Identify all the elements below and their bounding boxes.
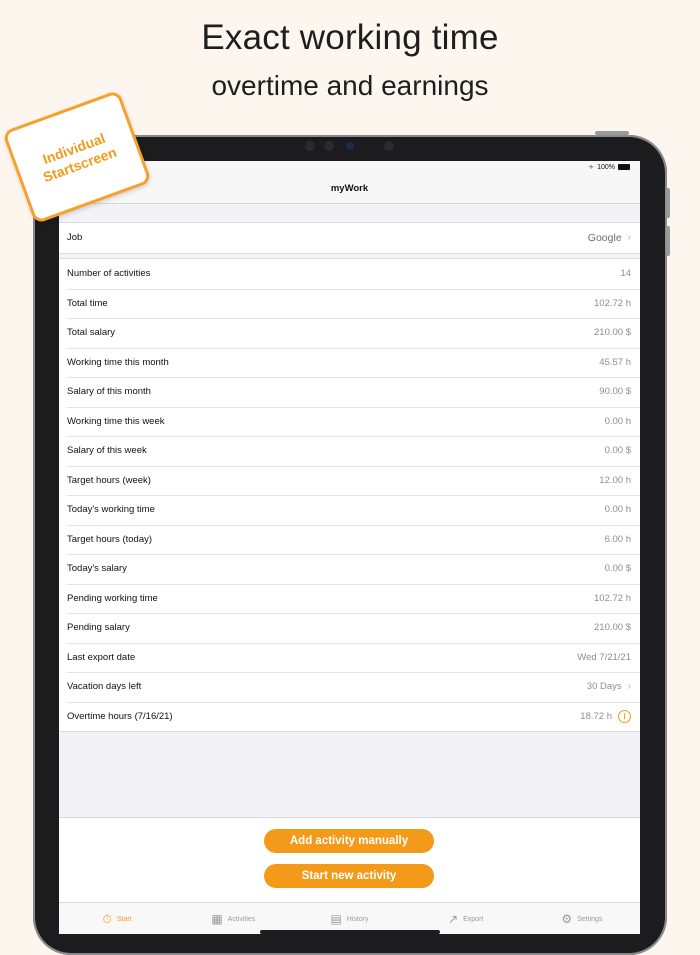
stat-row-target-hours-week: Target hours (week) 12.00 h [59, 465, 640, 496]
stat-row-todays-salary: Today's salary 0.00 $ [59, 554, 640, 584]
activities-icon: ▦ [211, 912, 223, 926]
stat-row-salary-week: Salary of this week 0.00 $ [59, 436, 640, 466]
stat-value: 12.00 h [599, 474, 631, 486]
stat-row-vacation-days[interactable]: Vacation days left 30 Days › [59, 672, 640, 702]
wifi-icon: ∻ [588, 164, 595, 171]
camera-dot [384, 141, 394, 151]
stat-value: 45.57 h [599, 356, 631, 368]
status-bar: ∻ 100% [588, 163, 630, 171]
stat-row-number-of-activities: Number of activities 14 [59, 259, 640, 289]
stat-row-last-export-date: Last export date Wed 7/21/21 [59, 642, 640, 673]
stat-value: 0.00 $ [604, 563, 631, 575]
info-icon[interactable]: i [618, 709, 631, 723]
stat-value: Wed 7/21/21 [577, 651, 631, 663]
tab-label: Start [116, 915, 132, 923]
chevron-right-icon: › [627, 681, 631, 693]
stat-label: Pending working time [67, 592, 158, 604]
stat-label: Today's working time [67, 504, 155, 516]
tab-label: Activities [227, 915, 256, 923]
page-title: myWork [330, 183, 369, 194]
add-activity-manually-button[interactable]: Add activity manually [264, 829, 434, 853]
stat-label: Overtime hours (7/16/21) [67, 710, 173, 722]
stats-section: Number of activities 14 Total time 102.7… [59, 258, 640, 732]
stat-value: 210.00 $ [594, 327, 631, 339]
stat-value: 210.00 $ [594, 622, 631, 634]
stat-value: 6.00 h [604, 533, 631, 545]
stat-value: 102.72 h [594, 592, 631, 604]
app-screen: ∻ 100% myWork Job Google › Number of act… [59, 161, 640, 934]
battery-percent: 100% [597, 163, 615, 171]
tab-label: History [346, 915, 369, 923]
stat-value: 0.00 $ [604, 445, 631, 457]
tablet-top-button [595, 131, 629, 135]
job-row[interactable]: Job Google › [59, 223, 640, 253]
stat-label: Target hours (today) [67, 533, 153, 545]
tab-label: Export [463, 915, 484, 923]
promo-headline: Exact working time [201, 18, 499, 57]
job-section: Job Google › [59, 222, 640, 254]
stat-label: Salary of this week [67, 445, 147, 457]
battery-icon [618, 164, 630, 170]
gear-icon: ⚙ [561, 912, 573, 926]
stat-label: Working time this week [67, 415, 165, 427]
camera-dot [305, 141, 315, 151]
stat-value: 102.72 h [594, 297, 631, 309]
stat-label: Salary of this month [67, 386, 151, 398]
stat-row-working-time-week: Working time this week 0.00 h [59, 406, 640, 437]
stat-label: Working time this month [67, 356, 169, 368]
stat-row-working-time-month: Working time this month 45.57 h [59, 347, 640, 378]
calendar-icon: ▤ [330, 912, 342, 926]
tab-settings[interactable]: ⚙ Settings [524, 903, 640, 934]
stat-row-pending-working-time: Pending working time 102.72 h [59, 583, 640, 614]
stat-label: Last export date [67, 651, 136, 663]
stat-label: Vacation days left [67, 681, 142, 693]
stopwatch-icon: ⏱ [102, 911, 112, 926]
stat-row-total-time: Total time 102.72 h [59, 288, 640, 319]
stat-value: 30 Days [586, 681, 622, 693]
export-icon: ↗ [448, 912, 459, 926]
stat-value: 0.00 h [604, 504, 631, 516]
stat-row-total-salary: Total salary 210.00 $ [59, 318, 640, 348]
stat-value: 0.00 h [604, 415, 631, 427]
job-value: Google [587, 231, 622, 244]
home-indicator [260, 930, 440, 934]
stat-label: Total time [67, 297, 108, 309]
stat-label: Number of activities [67, 268, 151, 280]
stat-label: Total salary [67, 327, 116, 339]
stat-label: Today's salary [67, 563, 127, 575]
stat-row-target-hours-today: Target hours (today) 6.00 h [59, 524, 640, 555]
stat-value: 18.72 h [580, 710, 612, 722]
stat-row-todays-working-time: Today's working time 0.00 h [59, 495, 640, 525]
camera-lens [346, 142, 354, 150]
tab-label: Settings [577, 915, 603, 923]
job-label: Job [67, 232, 83, 244]
chevron-right-icon: › [627, 232, 631, 244]
start-new-activity-button[interactable]: Start new activity [264, 864, 434, 888]
stat-value: 90.00 $ [599, 386, 631, 398]
stat-row-overtime-hours: Overtime hours (7/16/21) 18.72 h i [59, 701, 640, 732]
camera-dot [324, 141, 334, 151]
tab-start[interactable]: ⏱ Start [59, 903, 175, 934]
stat-row-salary-month: Salary of this month 90.00 $ [59, 377, 640, 407]
tablet-volume-up [666, 188, 670, 218]
stat-label: Pending salary [67, 622, 130, 634]
tablet-volume-down [666, 226, 670, 256]
stat-value: 14 [620, 268, 631, 280]
stat-label: Target hours (week) [67, 474, 151, 486]
stat-row-pending-salary: Pending salary 210.00 $ [59, 613, 640, 643]
